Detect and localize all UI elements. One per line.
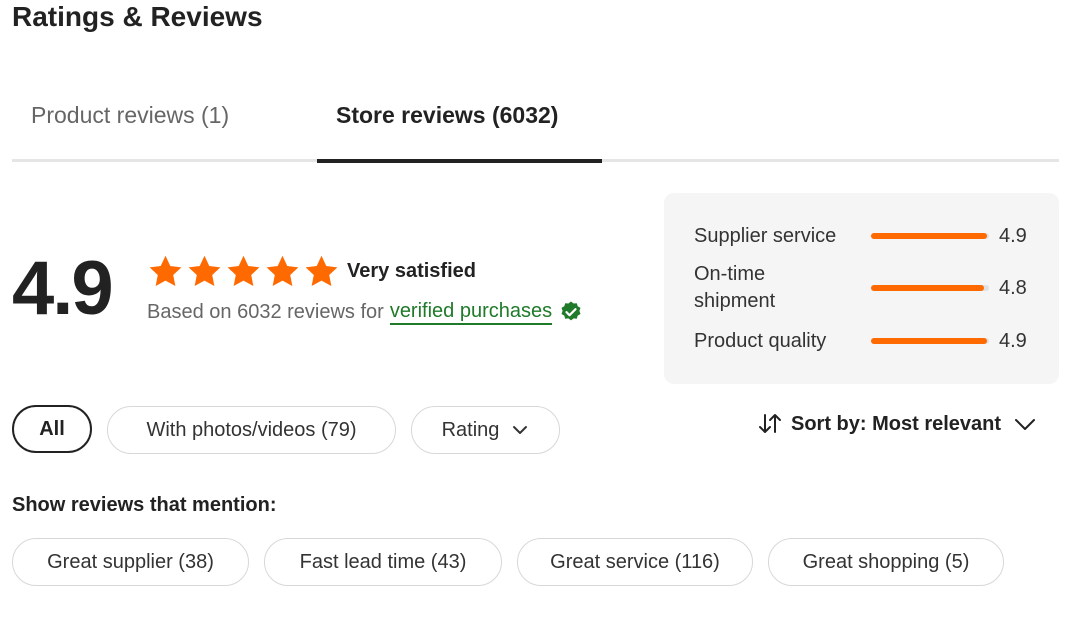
score-bar: [871, 338, 989, 344]
tab-store-reviews[interactable]: Store reviews (6032): [336, 100, 558, 130]
star-rating: [147, 253, 340, 290]
verified-badge-icon: [561, 301, 581, 321]
star-icon: [305, 255, 338, 286]
based-on-label: Based on 6032 reviews for: [147, 301, 384, 323]
score-bar: [871, 285, 989, 291]
sort-dropdown[interactable]: Sort by: Most relevant: [757, 411, 1037, 437]
star-icon: [227, 255, 260, 286]
score-bar-fill: [871, 233, 987, 239]
category-scores-panel: Supplier service 4.9 On-time shipment 4.…: [664, 193, 1059, 384]
mentions-heading: Show reviews that mention:: [12, 494, 277, 516]
chevron-down-icon: [513, 426, 528, 434]
tab-product-reviews[interactable]: Product reviews (1): [31, 100, 229, 130]
chevron-down-icon: [1015, 419, 1036, 430]
chip-label: Rating: [441, 418, 500, 441]
sort-label: Sort by: Most relevant: [791, 413, 1002, 435]
sort-arrows-icon: [759, 414, 781, 433]
chip-label: Fast lead time (43): [299, 550, 467, 573]
star-icon: [188, 255, 221, 286]
mention-tag-great-shopping[interactable]: Great shopping (5): [768, 538, 1004, 586]
mention-tag-fast-lead-time[interactable]: Fast lead time (43): [264, 538, 502, 586]
satisfaction-label: Very satisfied: [347, 260, 476, 282]
chip-label: Great service (116): [550, 550, 720, 573]
star-icon: [266, 255, 299, 286]
score-bar-fill: [871, 285, 985, 291]
star-icon: [149, 255, 182, 286]
chip-label: Great supplier (38): [47, 550, 214, 573]
chip-label: Great shopping (5): [802, 550, 970, 573]
based-on-text: Based on 6032 reviews for verified purch…: [147, 298, 583, 326]
score-value: 4.8: [999, 277, 1027, 299]
active-tab-underline: [317, 159, 602, 163]
mention-tag-great-service[interactable]: Great service (116): [517, 538, 753, 586]
page-title: Ratings & Reviews: [12, 1, 263, 32]
filter-all-chip[interactable]: All: [12, 405, 92, 453]
score-bar: [871, 233, 989, 239]
score-value: 4.9: [999, 225, 1027, 247]
filter-rating-dropdown[interactable]: Rating: [411, 406, 560, 454]
score-value: 4.9: [999, 330, 1027, 352]
score-label: On-time shipment: [694, 263, 776, 312]
score-bar-fill: [871, 338, 987, 344]
mention-tag-great-supplier[interactable]: Great supplier (38): [12, 538, 249, 586]
overall-score: 4.9: [12, 246, 114, 331]
verified-purchases-link[interactable]: verified purchases: [389, 299, 553, 325]
score-label: Product quality: [694, 330, 827, 352]
chip-label: All: [39, 417, 65, 440]
filter-photos-videos-chip[interactable]: With photos/videos (79): [107, 406, 396, 454]
review-tabs: Product reviews (1) Store reviews (6032): [12, 78, 1059, 163]
score-label: Supplier service: [694, 225, 837, 247]
chip-label: With photos/videos (79): [146, 418, 357, 441]
